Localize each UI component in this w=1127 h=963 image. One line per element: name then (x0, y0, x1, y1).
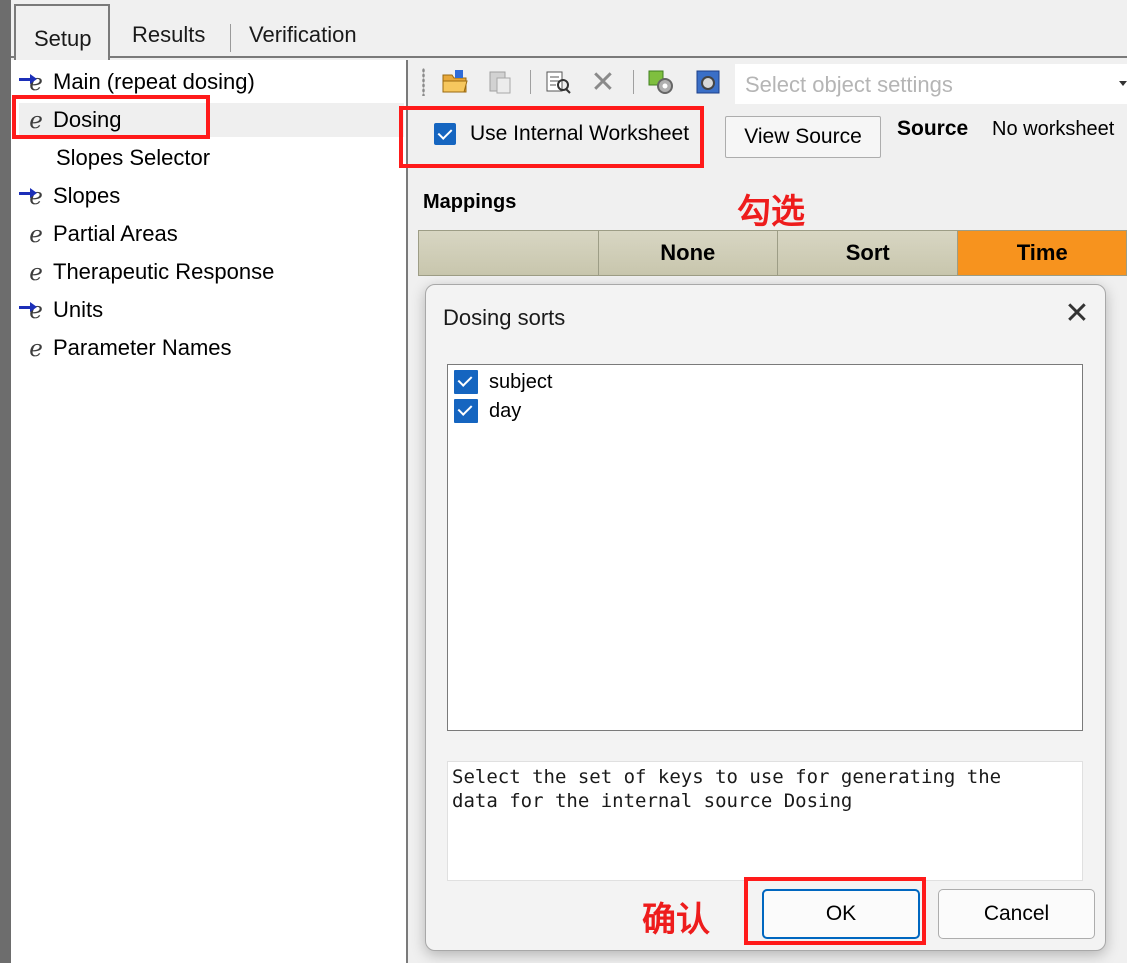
settings-gear-icon[interactable] (644, 66, 678, 98)
tree-item-label: Dosing (53, 107, 122, 132)
description-line: data for the internal source Dosing (452, 790, 853, 812)
chevron-down-icon (1119, 81, 1127, 86)
tab-results[interactable]: Results (132, 22, 205, 48)
sort-keys-list[interactable]: subject day (447, 364, 1083, 731)
tree-item-label: Units (53, 297, 104, 322)
open-folder-icon[interactable] (438, 66, 472, 98)
paste-icon[interactable] (483, 66, 517, 98)
mapped-icon: ℯ (29, 258, 43, 285)
list-item-label: subject (489, 370, 553, 393)
tree-item-label: Partial Areas (53, 221, 178, 246)
mapped-icon: ℯ (29, 334, 43, 361)
checkbox-checked-icon[interactable] (454, 370, 478, 394)
mapping-column-none[interactable]: None (598, 231, 778, 275)
description-line: Select the set of keys to use for genera… (452, 766, 1002, 788)
use-internal-worksheet-label: Use Internal Worksheet (470, 122, 690, 145)
mapped-arrow-icon: ℯ (19, 67, 53, 97)
edit-properties-icon[interactable] (541, 66, 575, 98)
toolbar-separator (530, 70, 531, 94)
mapped-arrow-icon: ℯ (19, 295, 53, 325)
view-source-button[interactable]: View Source (725, 116, 881, 158)
dosing-sorts-dialog: Dosing sorts ✕ subject day Select the se… (425, 284, 1106, 951)
cancel-button[interactable]: Cancel (938, 889, 1095, 939)
toolbar-separator (633, 70, 634, 94)
tree-item-units[interactable]: ℯ Units (19, 293, 404, 327)
tree-item-label: Slopes (53, 183, 121, 208)
dialog-description: Select the set of keys to use for genera… (447, 761, 1083, 881)
tree-item-partial-areas[interactable]: ℯ Partial Areas (19, 217, 404, 251)
source-label: Source (897, 117, 969, 140)
mapped-icon: ℯ (29, 220, 43, 247)
mapping-column-time[interactable]: Time (958, 231, 1127, 275)
mapped-icon: ℯ (29, 106, 43, 133)
list-item-subject[interactable]: subject (454, 370, 552, 394)
toolbar-grip-icon[interactable] (422, 68, 425, 96)
list-item-label: day (489, 399, 522, 422)
tree-item-slopes[interactable]: ℯ Slopes (19, 179, 404, 213)
use-internal-worksheet-checkbox[interactable]: Use Internal Worksheet (434, 122, 689, 146)
tree-item-dosing[interactable]: ℯ Dosing (19, 103, 404, 137)
ok-button[interactable]: OK (762, 889, 920, 939)
configure-icon[interactable] (691, 66, 725, 98)
tree-item-parameter-names[interactable]: ℯ Parameter Names (19, 331, 404, 365)
mapping-column-sort[interactable]: Sort (778, 231, 959, 275)
checkbox-checked-icon[interactable] (434, 123, 456, 145)
mappings-header: None Sort Time (418, 230, 1127, 276)
mapped-arrow-icon: ℯ (19, 181, 53, 211)
object-settings-select[interactable]: Select object settings (735, 64, 1127, 104)
close-icon[interactable]: ✕ (1061, 299, 1093, 331)
tree-item-label: Therapeutic Response (53, 259, 275, 284)
annotation-confirm-note: 确认 (642, 900, 710, 940)
tab-separator (230, 24, 231, 52)
tree-panel: ℯ Main (repeat dosing) ℯ Dosing Slopes S… (11, 60, 408, 963)
window-frame (0, 0, 11, 963)
tab-strip: Setup Results Verification (11, 0, 1127, 60)
delete-icon[interactable]: ✕ (586, 66, 620, 99)
tree-item-slopes-selector[interactable]: Slopes Selector (56, 141, 441, 175)
list-item-day[interactable]: day (454, 399, 521, 423)
source-value: No worksheet (992, 118, 1115, 140)
dialog-title: Dosing sorts (443, 305, 566, 330)
mapping-column-blank[interactable] (419, 231, 599, 275)
annotation-check-note: 勾选 (737, 192, 805, 232)
tree-item-label: Main (repeat dosing) (53, 69, 255, 94)
toolbar: ✕ Select object settings (410, 60, 1127, 105)
tab-verification[interactable]: Verification (249, 22, 357, 48)
checkbox-checked-icon[interactable] (454, 399, 478, 423)
tree-item-label: Slopes Selector (56, 145, 211, 170)
tree-item-main[interactable]: ℯ Main (repeat dosing) (19, 65, 404, 99)
tree-item-label: Parameter Names (53, 335, 232, 360)
tree-item-therapeutic-response[interactable]: ℯ Therapeutic Response (19, 255, 404, 289)
tab-setup[interactable]: Setup (14, 4, 110, 60)
mappings-label: Mappings (423, 191, 517, 213)
